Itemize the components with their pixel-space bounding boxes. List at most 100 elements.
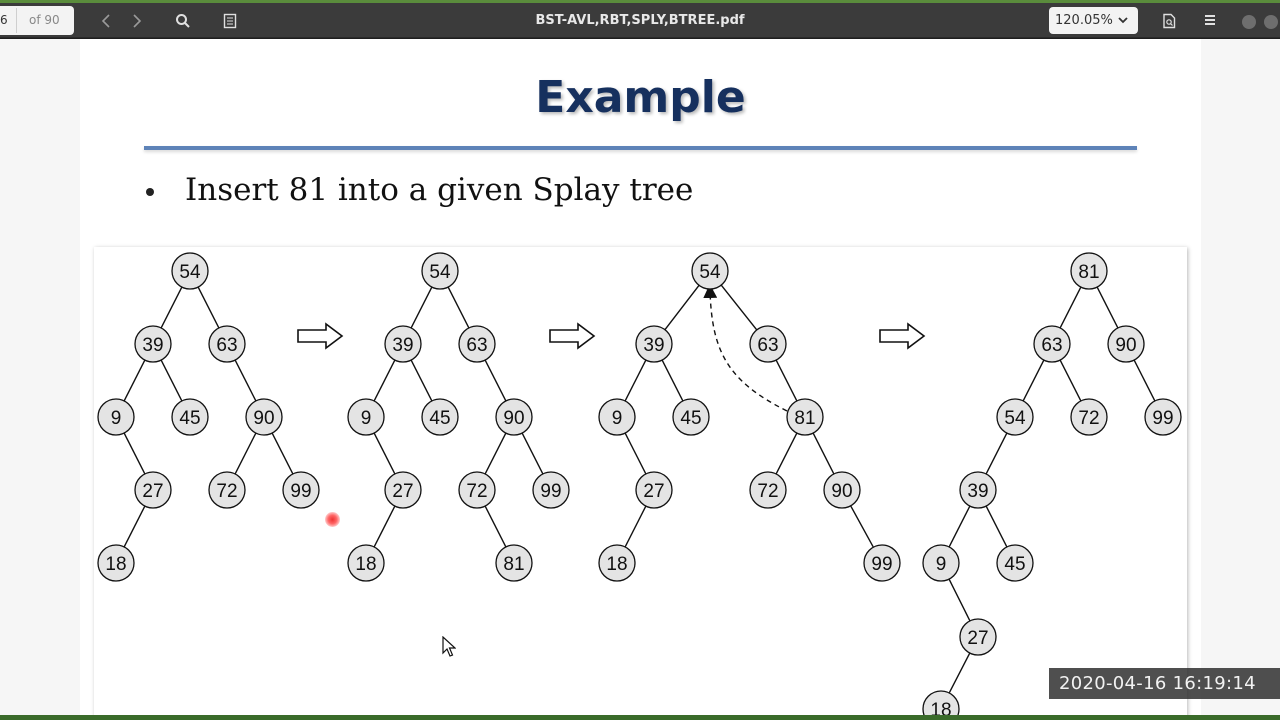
- tree-node-label: 99: [871, 554, 892, 575]
- tree-node-label: 9: [936, 554, 947, 575]
- tree-node-72: 72: [458, 471, 496, 509]
- transition-arrow-icon: [297, 322, 344, 350]
- search-icon[interactable]: [170, 8, 196, 34]
- tree-edge: [123, 359, 146, 402]
- tree-node-label: 45: [680, 408, 701, 429]
- bullet-text: Insert 81 into a given Splay tree: [185, 172, 694, 208]
- tree-node-81: 81: [786, 398, 824, 436]
- menu-icon[interactable]: [1197, 8, 1223, 34]
- tree-node-99: 99: [863, 544, 901, 582]
- tree-edge: [197, 286, 220, 329]
- tree-edge: [948, 505, 971, 548]
- video-timestamp: 2020-04-16 16:19:14: [1049, 668, 1280, 699]
- tree-node-label: 81: [503, 554, 524, 575]
- minimize-button[interactable]: [1242, 15, 1256, 29]
- prev-page-icon[interactable]: [93, 8, 119, 34]
- tree-node-39: 39: [134, 325, 172, 363]
- zoom-value: 120.05%: [1055, 13, 1113, 28]
- tree-node-label: 99: [1152, 408, 1173, 429]
- tree-node-90: 90: [1107, 325, 1145, 363]
- tree-edge: [985, 505, 1008, 548]
- tree-node-9: 9: [922, 544, 960, 582]
- tree-diagram: 54 39 63 9 45 90 27 72 99 18 54 39 63 9 45 90 27 72 99 18 81…: [97, 252, 1182, 720]
- tree-node-label: 9: [361, 408, 372, 429]
- tree-edge: [1133, 359, 1156, 402]
- tree-node-18: 18: [97, 544, 135, 582]
- tree-node-label: 18: [355, 554, 376, 575]
- document-title: BST-AVL,RBT,SPLY,BTREE.pdf: [535, 13, 745, 28]
- next-page-icon[interactable]: [124, 8, 150, 34]
- tree-node-label: 27: [643, 481, 664, 502]
- tree-node-99: 99: [532, 471, 570, 509]
- tree-edge: [948, 578, 971, 622]
- tree-node-label: 27: [967, 628, 988, 649]
- sidebar-icon[interactable]: [217, 8, 243, 34]
- tree-node-9: 9: [347, 398, 385, 436]
- tree-edge: [484, 359, 507, 402]
- current-page-field[interactable]: 6: [0, 13, 8, 27]
- tree-node-label: 63: [757, 335, 778, 356]
- tree-node-54: 54: [691, 252, 729, 290]
- tree-node-18: 18: [598, 544, 636, 582]
- tree-node-label: 90: [1115, 335, 1136, 356]
- tree-edge: [1096, 286, 1119, 329]
- tree-node-label: 18: [105, 554, 126, 575]
- tree-edge: [160, 286, 183, 329]
- tree-node-63: 63: [1033, 325, 1071, 363]
- tree-node-label: 27: [392, 481, 413, 502]
- tree-node-18: 18: [347, 544, 385, 582]
- print-icon[interactable]: [1156, 8, 1182, 34]
- tree-node-label: 99: [290, 481, 311, 502]
- tree-node-label: 54: [699, 262, 721, 283]
- tree-node-label: 72: [216, 481, 237, 502]
- chevron-down-icon: [1118, 17, 1128, 24]
- tree-edge: [373, 432, 396, 475]
- transition-arrow-icon: [879, 322, 926, 350]
- tree-edge: [410, 286, 433, 329]
- tree-node-63: 63: [749, 325, 787, 363]
- tree-edge: [123, 505, 146, 548]
- tree-node-99: 99: [282, 471, 320, 509]
- tree-node-label: 27: [142, 481, 163, 502]
- tree-node-9: 9: [97, 398, 135, 436]
- tree-node-27: 27: [959, 618, 997, 656]
- tree-edge: [985, 432, 1008, 475]
- tree-edge: [271, 432, 294, 475]
- tree-edge: [812, 432, 835, 475]
- tree-edge: [948, 652, 971, 694]
- page-box-divider: [16, 8, 17, 33]
- tree-node-63: 63: [208, 325, 246, 363]
- tree-node-label: 81: [1078, 262, 1099, 283]
- window-bottom-strip: [0, 715, 1280, 720]
- tree-edge: [775, 359, 798, 402]
- tree-edge: [123, 432, 146, 475]
- tree-edge: [484, 432, 507, 475]
- mouse-cursor-icon: [442, 636, 456, 657]
- tree-edge: [410, 359, 433, 402]
- tree-node-45: 45: [171, 398, 209, 436]
- tree-node-label: 90: [253, 408, 274, 429]
- tree-node-label: 9: [111, 408, 122, 429]
- tree-node-label: 45: [429, 408, 450, 429]
- tree-edge: [234, 359, 257, 402]
- tree-node-39: 39: [384, 325, 422, 363]
- tree-node-72: 72: [749, 471, 787, 509]
- tree-node-45: 45: [672, 398, 710, 436]
- tree-edge: [447, 286, 470, 329]
- page-number-box[interactable]: 6 of 90: [0, 6, 74, 35]
- tree-node-54: 54: [421, 252, 459, 290]
- tree-node-90: 90: [245, 398, 283, 436]
- maximize-button[interactable]: [1264, 15, 1278, 29]
- tree-edge: [373, 359, 396, 402]
- tree-edge: [1059, 286, 1082, 329]
- tree-edge: [373, 505, 396, 548]
- tree-node-label: 72: [757, 481, 778, 502]
- zoom-select[interactable]: 120.05%: [1049, 7, 1138, 34]
- tree-node-label: 63: [466, 335, 487, 356]
- tree-edge: [850, 505, 874, 548]
- tree-node-90: 90: [823, 471, 861, 509]
- title-rule: [144, 146, 1137, 150]
- tree-edge: [624, 432, 647, 475]
- tree-edge: [661, 359, 684, 402]
- tree-node-label: 45: [179, 408, 200, 429]
